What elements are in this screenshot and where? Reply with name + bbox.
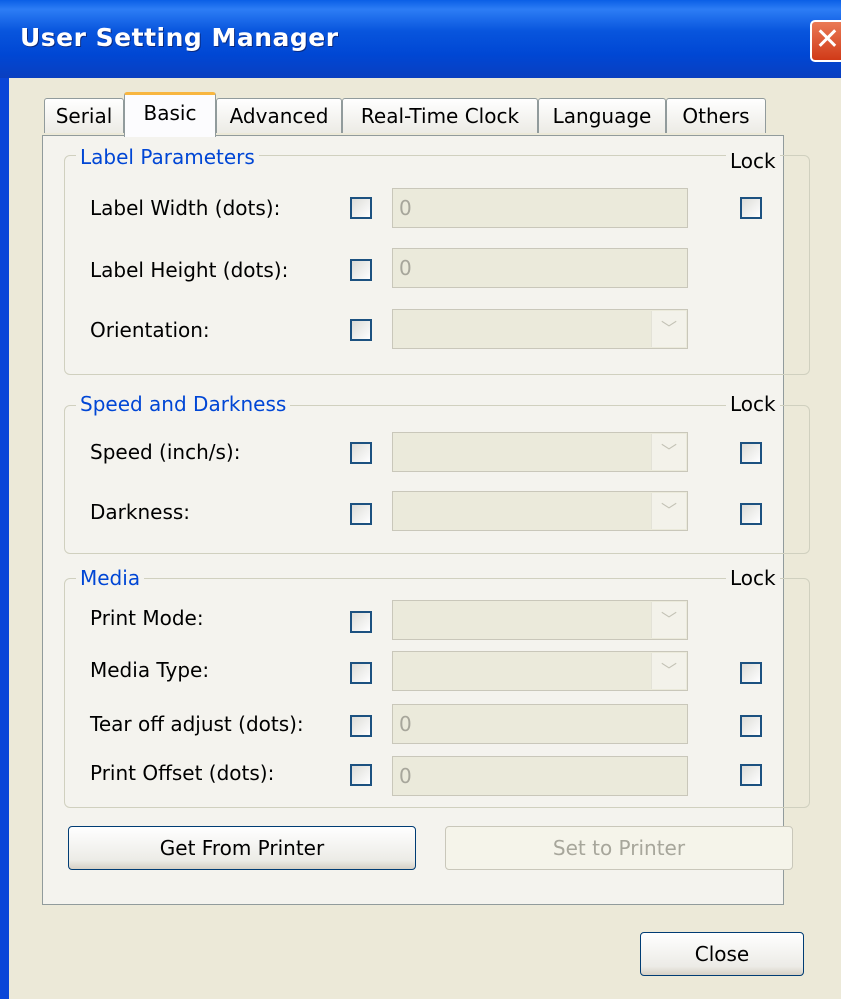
tab-others[interactable]: Others xyxy=(666,98,766,133)
close-button[interactable]: Close xyxy=(640,932,804,976)
tear-off-field[interactable]: 0 xyxy=(392,704,688,744)
lock-header: Lock xyxy=(726,567,780,589)
print-offset-field[interactable]: 0 xyxy=(392,756,688,796)
orientation-checkbox[interactable] xyxy=(350,319,372,341)
user-setting-manager-window: User Setting Manager ✕ Serial Basic Adva… xyxy=(0,0,841,999)
print-offset-lock-checkbox[interactable] xyxy=(740,764,762,786)
label-height-checkbox[interactable] xyxy=(350,259,372,281)
tab-serial[interactable]: Serial xyxy=(44,98,124,133)
chevron-down-icon[interactable]: ﹀ xyxy=(651,493,686,529)
window-title: User Setting Manager xyxy=(20,23,339,52)
get-from-printer-button[interactable]: Get From Printer xyxy=(68,826,416,870)
print-offset-checkbox[interactable] xyxy=(350,764,372,786)
darkness-select[interactable]: ﹀ xyxy=(392,491,688,531)
lock-header: Lock xyxy=(726,150,780,172)
title-bar: User Setting Manager ✕ xyxy=(0,0,841,78)
media-type-checkbox[interactable] xyxy=(350,662,372,684)
darkness-label: Darkness: xyxy=(90,500,191,524)
chevron-down-icon[interactable]: ﹀ xyxy=(651,434,686,470)
label-height-label: Label Height (dots): xyxy=(90,258,289,282)
tab-advanced[interactable]: Advanced xyxy=(216,98,342,133)
media-type-label: Media Type: xyxy=(90,658,210,682)
media-type-select[interactable]: ﹀ xyxy=(392,651,688,691)
lock-header: Lock xyxy=(726,393,780,415)
speed-checkbox[interactable] xyxy=(350,442,372,464)
print-mode-select[interactable]: ﹀ xyxy=(392,600,688,640)
print-offset-label: Print Offset (dots): xyxy=(90,761,275,785)
label-width-checkbox[interactable] xyxy=(350,197,372,219)
label-parameters-title: Label Parameters xyxy=(76,146,259,168)
orientation-label: Orientation: xyxy=(90,318,210,342)
tab-basic[interactable]: Basic xyxy=(124,92,216,137)
speed-darkness-title: Speed and Darkness xyxy=(76,393,291,415)
print-mode-label: Print Mode: xyxy=(90,606,204,630)
speed-select[interactable]: ﹀ xyxy=(392,432,688,472)
speed-label: Speed (inch/s): xyxy=(90,440,241,464)
label-width-label: Label Width (dots): xyxy=(90,196,281,220)
media-type-lock-checkbox[interactable] xyxy=(740,662,762,684)
window-border xyxy=(0,78,9,999)
orientation-select[interactable]: ﹀ xyxy=(392,309,688,349)
speed-lock-checkbox[interactable] xyxy=(740,442,762,464)
media-title: Media xyxy=(76,567,145,589)
tear-off-label: Tear off adjust (dots): xyxy=(90,712,304,736)
label-width-lock-checkbox[interactable] xyxy=(740,197,762,219)
close-icon[interactable]: ✕ xyxy=(810,20,841,62)
chevron-down-icon[interactable]: ﹀ xyxy=(651,602,686,638)
set-to-printer-button[interactable]: Set to Printer xyxy=(445,826,793,870)
label-height-field[interactable]: 0 xyxy=(392,248,688,288)
tear-off-checkbox[interactable] xyxy=(350,715,372,737)
chevron-down-icon[interactable]: ﹀ xyxy=(651,311,686,347)
chevron-down-icon[interactable]: ﹀ xyxy=(651,653,686,689)
tear-off-lock-checkbox[interactable] xyxy=(740,715,762,737)
tab-language[interactable]: Language xyxy=(538,98,666,133)
speed-darkness-group xyxy=(64,405,810,554)
print-mode-checkbox[interactable] xyxy=(350,611,372,633)
darkness-lock-checkbox[interactable] xyxy=(740,503,762,525)
darkness-checkbox[interactable] xyxy=(350,503,372,525)
tab-real-time-clock[interactable]: Real-Time Clock xyxy=(342,98,538,133)
label-width-field[interactable]: 0 xyxy=(392,188,688,228)
